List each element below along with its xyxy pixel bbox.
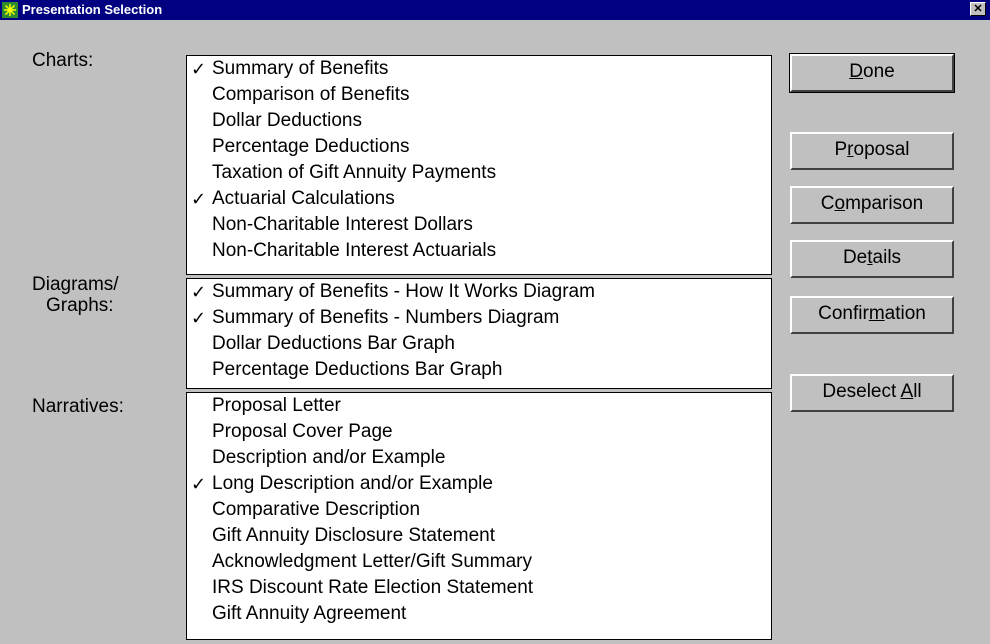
list-item[interactable]: Percentage Deductions — [187, 134, 771, 160]
list-item[interactable]: Dollar Deductions — [187, 108, 771, 134]
list-item-label: Comparative Description — [212, 499, 421, 520]
diagrams-label-line1: Diagrams/ — [32, 274, 119, 295]
list-item-label: Percentage Deductions Bar Graph — [212, 359, 503, 380]
list-item[interactable]: Non-Charitable Interest Actuarials — [187, 238, 771, 264]
list-item-label: Summary of Benefits - How It Works Diagr… — [212, 281, 595, 302]
checkmark-icon: ✓ — [191, 308, 207, 328]
window-title: Presentation Selection — [22, 2, 163, 17]
list-item[interactable]: ✓ Actuarial Calculations — [187, 186, 771, 212]
list-item-label: Acknowledgment Letter/Gift Summary — [212, 551, 532, 572]
list-item-label: Taxation of Gift Annuity Payments — [212, 162, 497, 183]
list-item-label: IRS Discount Rate Election Statement — [212, 577, 534, 598]
proposal-button[interactable]: Proposal — [790, 132, 954, 170]
comparison-button[interactable]: Comparison — [790, 186, 954, 224]
list-item-label: Description and/or Example — [212, 447, 446, 468]
list-item-label: Gift Annuity Disclosure Statement — [212, 525, 496, 546]
charts-listbox[interactable]: ✓ Summary of Benefits Comparison of Benefi… — [186, 55, 772, 275]
list-item-label: Long Description and/or Example — [212, 473, 493, 494]
list-item-label: Dollar Deductions — [212, 110, 362, 131]
list-item[interactable]: IRS Discount Rate Election Statement — [187, 575, 771, 601]
list-item[interactable]: Comparison of Benefits — [187, 82, 771, 108]
details-button[interactable]: Details — [790, 240, 954, 278]
list-item-label: Gift Annuity Agreement — [212, 603, 407, 624]
list-item-label: Dollar Deductions Bar Graph — [212, 333, 455, 354]
list-item-label: Proposal Cover Page — [212, 421, 393, 442]
list-item[interactable]: ✓ Long Description and/or Example — [187, 471, 771, 497]
list-item[interactable]: ✓ Summary of Benefits - How It Works Diag… — [187, 279, 771, 305]
list-item[interactable]: Proposal Cover Page — [187, 419, 771, 445]
list-item[interactable]: Taxation of Gift Annuity Payments — [187, 160, 771, 186]
checkmark-icon: ✓ — [191, 59, 207, 79]
checkmark-icon: ✓ — [191, 474, 207, 494]
list-item[interactable]: Percentage Deductions Bar Graph — [187, 357, 771, 383]
charts-label: Charts: — [32, 50, 94, 71]
list-item[interactable]: Description and/or Example — [187, 445, 771, 471]
close-icon: ✕ — [973, 3, 983, 15]
list-item-label: Non-Charitable Interest Actuarials — [212, 240, 497, 261]
list-item[interactable]: ✓ Summary of Benefits — [187, 56, 771, 82]
close-button[interactable]: ✕ — [970, 2, 986, 16]
confirmation-button[interactable]: Confirmation — [790, 296, 954, 334]
list-item-label: Summary of Benefits - Numbers Diagram — [212, 307, 560, 328]
list-item[interactable]: Gift Annuity Disclosure Statement — [187, 523, 771, 549]
list-item-label: Proposal Letter — [212, 395, 341, 416]
app-icon — [2, 2, 18, 18]
list-item[interactable]: Proposal Letter — [187, 393, 771, 419]
narratives-label: Narratives: — [32, 396, 124, 417]
title-bar[interactable]: Presentation Selection ✕ — [0, 0, 990, 20]
done-button[interactable]: Done — [789, 53, 955, 93]
list-item-label: Comparison of Benefits — [212, 84, 410, 105]
list-item-label: Percentage Deductions — [212, 136, 410, 157]
list-item-label: Summary of Benefits — [212, 58, 389, 79]
list-item[interactable]: ✓ Summary of Benefits - Numbers Diagram — [187, 305, 771, 331]
diagrams-label-line2: Graphs: — [46, 295, 114, 316]
narratives-listbox[interactable]: Proposal Letter Proposal Cover Page Descri… — [186, 392, 772, 640]
list-item-label: Non-Charitable Interest Dollars — [212, 214, 473, 235]
list-item-label: Actuarial Calculations — [212, 188, 395, 209]
diagrams-listbox[interactable]: ✓ Summary of Benefits - How It Works Diag… — [186, 278, 772, 389]
list-item[interactable]: Comparative Description — [187, 497, 771, 523]
deselect-all-button[interactable]: Deselect All — [790, 374, 954, 412]
list-item[interactable]: Non-Charitable Interest Dollars — [187, 212, 771, 238]
checkmark-icon: ✓ — [191, 282, 207, 302]
list-item[interactable]: Gift Annuity Agreement — [187, 601, 771, 627]
checkmark-icon: ✓ — [191, 189, 207, 209]
list-item[interactable]: Acknowledgment Letter/Gift Summary — [187, 549, 771, 575]
list-item[interactable]: Dollar Deductions Bar Graph — [187, 331, 771, 357]
